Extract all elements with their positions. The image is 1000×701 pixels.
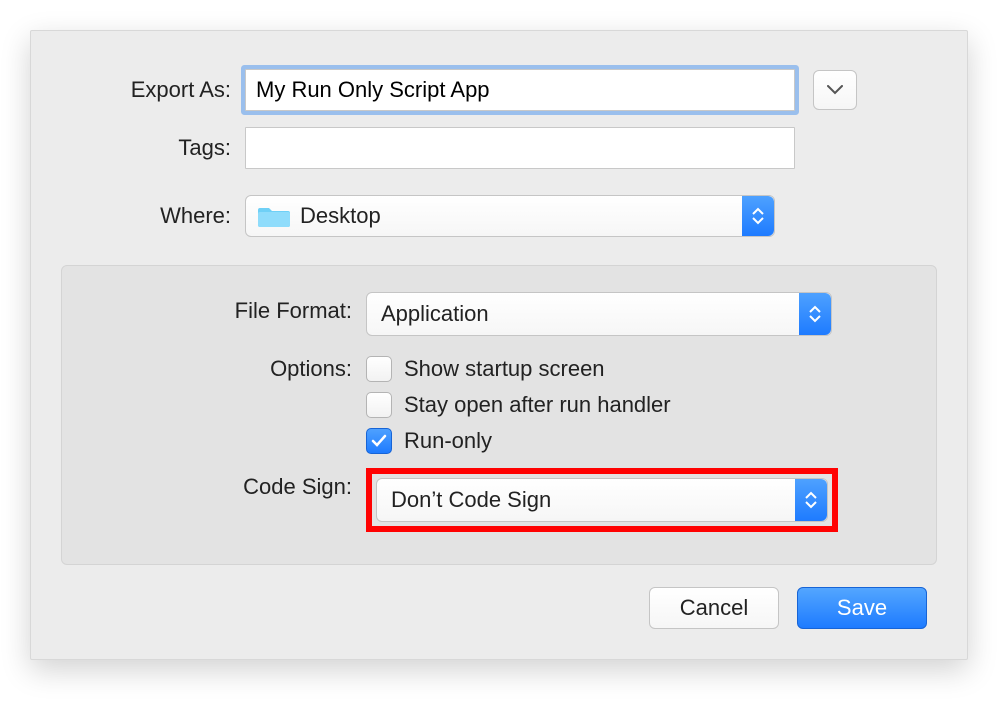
checkbox-box-checked — [366, 428, 392, 454]
save-button[interactable]: Save — [797, 587, 927, 629]
save-button-label: Save — [837, 595, 887, 621]
updown-stepper-icon — [799, 293, 831, 335]
show-startup-checkbox[interactable]: Show startup screen — [366, 356, 671, 382]
show-startup-label: Show startup screen — [404, 356, 605, 382]
export-as-field[interactable] — [245, 69, 795, 111]
tags-label: Tags: — [61, 135, 245, 161]
export-options-panel: File Format: Application Options: Show s… — [61, 265, 937, 565]
run-only-checkbox[interactable]: Run-only — [366, 428, 671, 454]
options-label: Options: — [92, 350, 366, 382]
checkmark-icon — [371, 434, 387, 448]
updown-stepper-icon — [795, 479, 827, 521]
file-format-selected-value: Application — [381, 301, 489, 327]
export-top-section: Export As: Tags: Where: Desktop — [31, 31, 967, 265]
code-sign-highlight: Don’t Code Sign — [366, 468, 838, 532]
chevron-down-icon — [827, 85, 843, 95]
where-label: Where: — [61, 203, 245, 229]
export-dialog: Export As: Tags: Where: Desktop — [30, 30, 968, 660]
checkbox-box — [366, 356, 392, 382]
code-sign-select[interactable]: Don’t Code Sign — [376, 478, 828, 522]
file-format-select[interactable]: Application — [366, 292, 832, 336]
where-location-select[interactable]: Desktop — [245, 195, 775, 237]
folder-icon — [258, 204, 290, 228]
updown-stepper-icon — [742, 196, 774, 236]
export-as-label: Export As: — [61, 77, 245, 103]
tags-field[interactable] — [245, 127, 795, 169]
checkbox-box — [366, 392, 392, 418]
cancel-button[interactable]: Cancel — [649, 587, 779, 629]
stay-open-checkbox[interactable]: Stay open after run handler — [366, 392, 671, 418]
code-sign-label: Code Sign: — [92, 468, 366, 500]
expand-save-panel-button[interactable] — [813, 70, 857, 110]
where-selected-value: Desktop — [300, 203, 381, 229]
dialog-button-row: Cancel Save — [31, 565, 967, 629]
file-format-label: File Format: — [92, 292, 366, 324]
run-only-label: Run-only — [404, 428, 492, 454]
code-sign-selected-value: Don’t Code Sign — [391, 487, 551, 513]
stay-open-label: Stay open after run handler — [404, 392, 671, 418]
cancel-button-label: Cancel — [680, 595, 748, 621]
